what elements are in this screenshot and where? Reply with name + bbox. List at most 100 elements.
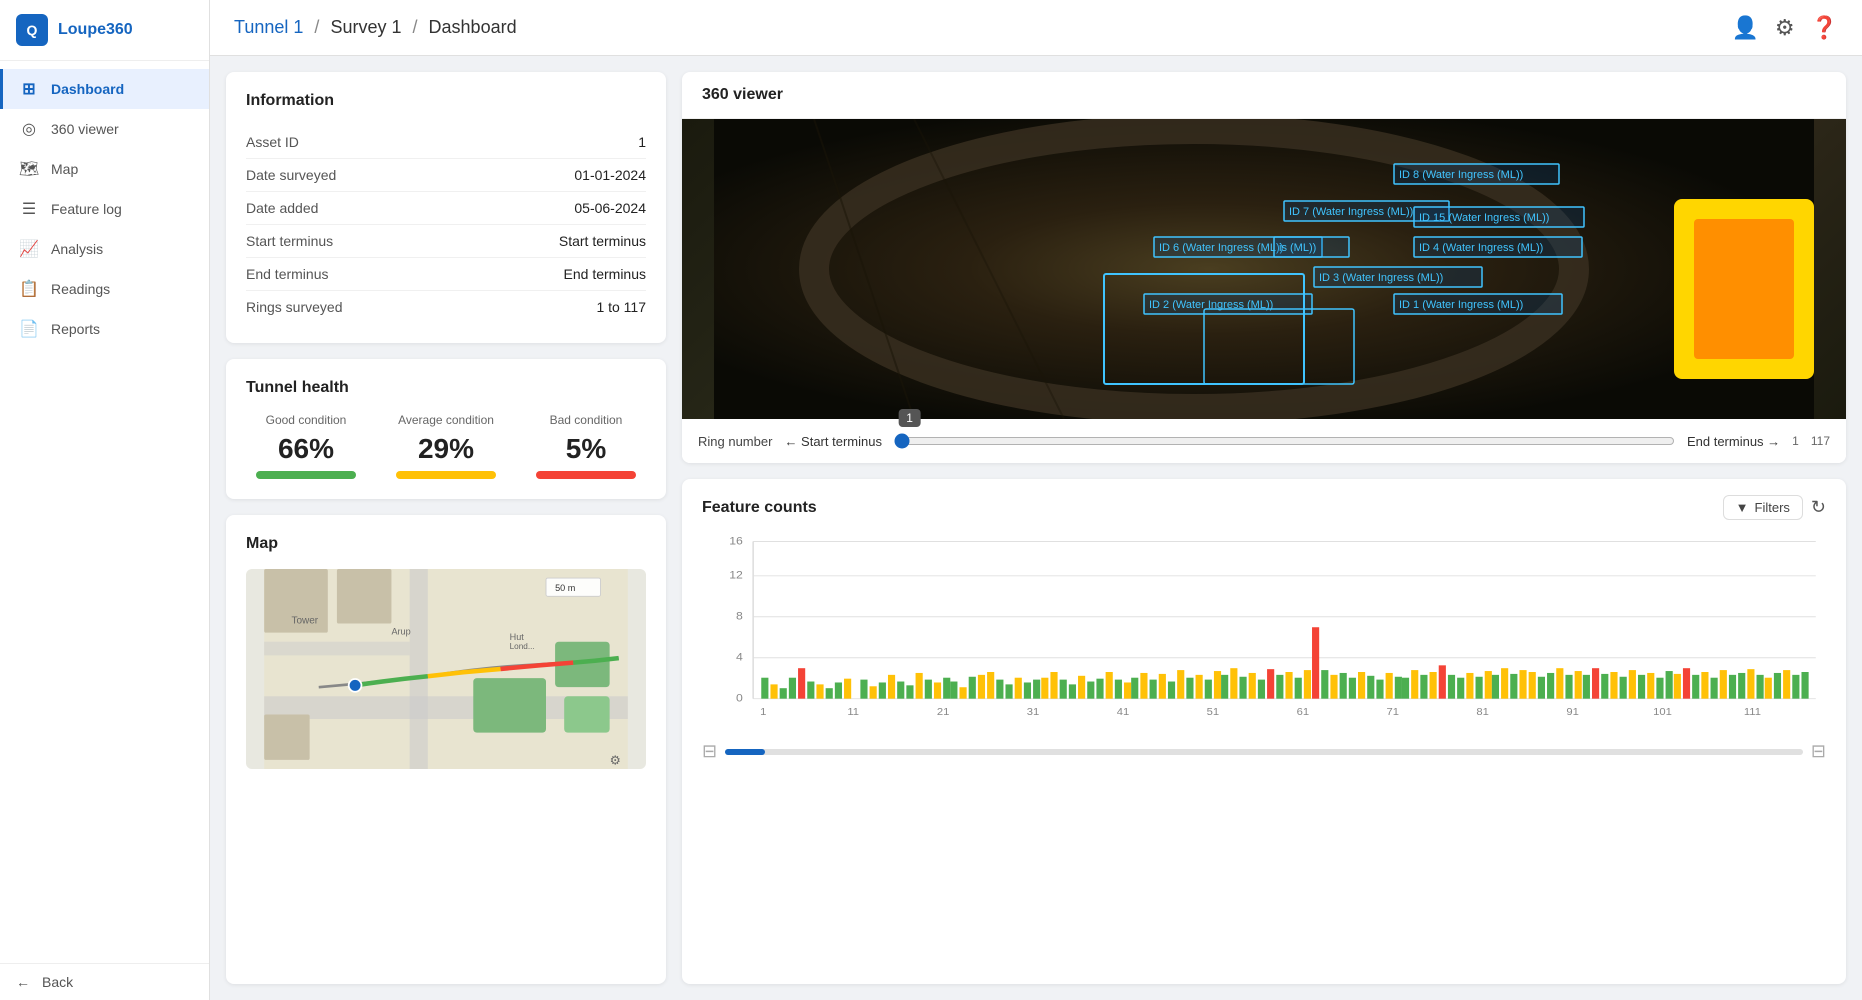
tunnel-health-title: Tunnel health [246, 379, 646, 397]
sidebar-item-reports[interactable]: 📄 Reports [0, 309, 209, 349]
chart-area: 0 4 8 12 16 1 11 21 31 41 51 61 71 [702, 532, 1826, 968]
back-label: Back [42, 974, 73, 990]
refresh-button[interactable]: ↻ [1811, 497, 1826, 518]
map-container[interactable]: Tower Arup Hut Lond... 50 m ⚙ [246, 569, 646, 769]
breadcrumb-page: Dashboard [429, 17, 517, 37]
health-bar-bad [536, 471, 636, 479]
svg-text:Arup: Arup [391, 626, 410, 636]
sidebar-item-viewer-label: 360 viewer [51, 121, 119, 137]
feature-counts-title: Feature counts [702, 499, 817, 517]
svg-text:11: 11 [847, 706, 859, 718]
svg-text:ID 7 (Water Ingress (ML)): ID 7 (Water Ingress (ML)) [1289, 206, 1413, 218]
ring-slider-wrapper: 1 [894, 427, 1675, 455]
sidebar-item-feature-log[interactable]: ☰ Feature log [0, 189, 209, 229]
sidebar: Q Loupe360 ⊞ Dashboard ◎ 360 viewer 🗺 Ma… [0, 0, 210, 1000]
content-area: Information Asset ID 1 Date surveyed 01-… [210, 56, 1862, 1000]
chart-scroll-left-icon: ⊟ [702, 741, 717, 762]
info-row-end-terminus: End terminus End terminus [246, 258, 646, 291]
chart-scroll-track[interactable] [725, 749, 1803, 755]
settings-icon[interactable]: ⚙ [1775, 15, 1795, 41]
svg-text:ID 4 (Water Ingress (ML)): ID 4 (Water Ingress (ML)) [1419, 242, 1543, 254]
feature-header: Feature counts ▼ Filters ↻ [702, 495, 1826, 520]
svg-text:ID 8 (Water Ingress (ML)): ID 8 (Water Ingress (ML)) [1399, 169, 1523, 181]
svg-text:ID 3 (Water Ingress (ML)): ID 3 (Water Ingress (ML)) [1319, 272, 1443, 284]
breadcrumb-tunnel[interactable]: Tunnel 1 [234, 17, 303, 37]
viewer-image[interactable]: ID 8 (Water Ingress (ML)) ID 7 (Water In… [682, 119, 1846, 419]
info-label-rings-surveyed: Rings surveyed [246, 299, 343, 315]
info-row-asset-id: Asset ID 1 [246, 126, 646, 159]
main-content: Tunnel 1 / Survey 1 / Dashboard 👤 ⚙ ❓ In… [210, 0, 1862, 1000]
account-icon[interactable]: 👤 [1731, 15, 1758, 41]
health-bar-average [396, 471, 496, 479]
info-row-date-surveyed: Date surveyed 01-01-2024 [246, 159, 646, 192]
health-item-bad: Bad condition 5% [536, 413, 636, 479]
sidebar-item-dashboard[interactable]: ⊞ Dashboard [0, 69, 209, 109]
start-terminus-label: ← Start terminus [784, 434, 882, 449]
dashboard-icon: ⊞ [19, 79, 39, 99]
breadcrumb: Tunnel 1 / Survey 1 / Dashboard [234, 17, 517, 38]
back-button[interactable]: ← Back [0, 963, 209, 1000]
svg-text:ID 6 (Water Ingress (ML)): ID 6 (Water Ingress (ML)) [1159, 242, 1283, 254]
slider-area: Ring number ← Start terminus 1 End termi… [682, 419, 1846, 463]
viewer-header: 360 viewer [682, 72, 1846, 119]
info-value-asset-id: 1 [638, 134, 646, 150]
svg-text:Hut: Hut [510, 632, 525, 642]
svg-text:71: 71 [1386, 706, 1399, 718]
svg-text:8: 8 [736, 609, 743, 622]
chart-scroll-thumb[interactable] [725, 749, 765, 755]
slider-min: 1 [1792, 434, 1799, 448]
health-label-average: Average condition [398, 413, 494, 427]
back-arrow-icon: ← [16, 974, 30, 990]
map-title: Map [246, 535, 646, 553]
svg-text:12: 12 [729, 568, 743, 581]
viewer-tunnel-svg: ID 8 (Water Ingress (ML)) ID 7 (Water In… [682, 119, 1846, 419]
health-label-bad: Bad condition [550, 413, 623, 427]
viewer-icon: ◎ [19, 119, 39, 139]
info-label-start-terminus: Start terminus [246, 233, 333, 249]
logo-text: Loupe360 [58, 21, 133, 39]
svg-text:81: 81 [1476, 706, 1489, 718]
sidebar-item-readings-label: Readings [51, 281, 110, 297]
slider-tooltip: 1 [898, 409, 921, 427]
sidebar-item-featurelog-label: Feature log [51, 201, 122, 217]
svg-text:ID 1 (Water Ingress (ML)): ID 1 (Water Ingress (ML)) [1399, 299, 1523, 311]
svg-text:50 m: 50 m [555, 583, 575, 593]
svg-text:16: 16 [729, 534, 743, 547]
filters-button[interactable]: ▼ Filters [1723, 495, 1803, 520]
svg-text:Tower: Tower [291, 616, 318, 627]
feature-counts-card: Feature counts ▼ Filters ↻ [682, 479, 1846, 984]
info-value-date-added: 05-06-2024 [574, 200, 646, 216]
right-column: 360 viewer [682, 72, 1846, 984]
information-card: Information Asset ID 1 Date surveyed 01-… [226, 72, 666, 343]
svg-text:61: 61 [1297, 706, 1310, 718]
help-icon[interactable]: ❓ [1811, 15, 1838, 41]
info-value-end-terminus: End terminus [564, 266, 646, 282]
health-bar-good [256, 471, 356, 479]
info-value-date-surveyed: 01-01-2024 [574, 167, 646, 183]
sidebar-item-analysis[interactable]: 📈 Analysis [0, 229, 209, 269]
sidebar-item-360viewer[interactable]: ◎ 360 viewer [0, 109, 209, 149]
svg-text:101: 101 [1653, 706, 1672, 718]
left-column: Information Asset ID 1 Date surveyed 01-… [226, 72, 666, 984]
health-item-good: Good condition 66% [256, 413, 356, 479]
end-terminus-label: End terminus → [1687, 434, 1780, 449]
svg-text:1: 1 [760, 706, 766, 718]
info-label-date-surveyed: Date surveyed [246, 167, 336, 183]
feature-actions: ▼ Filters ↻ [1723, 495, 1826, 520]
sidebar-item-map[interactable]: 🗺 Map [0, 149, 209, 189]
sidebar-item-readings[interactable]: 📋 Readings [0, 269, 209, 309]
svg-text:31: 31 [1027, 706, 1040, 718]
svg-text:21: 21 [937, 706, 950, 718]
info-row-rings-surveyed: Rings surveyed 1 to 117 [246, 291, 646, 323]
map-icon: 🗺 [19, 159, 39, 179]
tunnel-health-card: Tunnel health Good condition 66% Average… [226, 359, 666, 499]
health-label-good: Good condition [266, 413, 347, 427]
filter-icon: ▼ [1736, 500, 1749, 515]
svg-text:111: 111 [1744, 706, 1761, 718]
slider-max: 117 [1811, 434, 1830, 448]
svg-text:is (ML)): is (ML)) [1279, 242, 1316, 254]
sidebar-item-analysis-label: Analysis [51, 241, 103, 257]
map-svg: Tower Arup Hut Lond... 50 m ⚙ [246, 569, 646, 769]
ring-slider[interactable] [894, 433, 1675, 449]
readings-icon: 📋 [19, 279, 39, 299]
